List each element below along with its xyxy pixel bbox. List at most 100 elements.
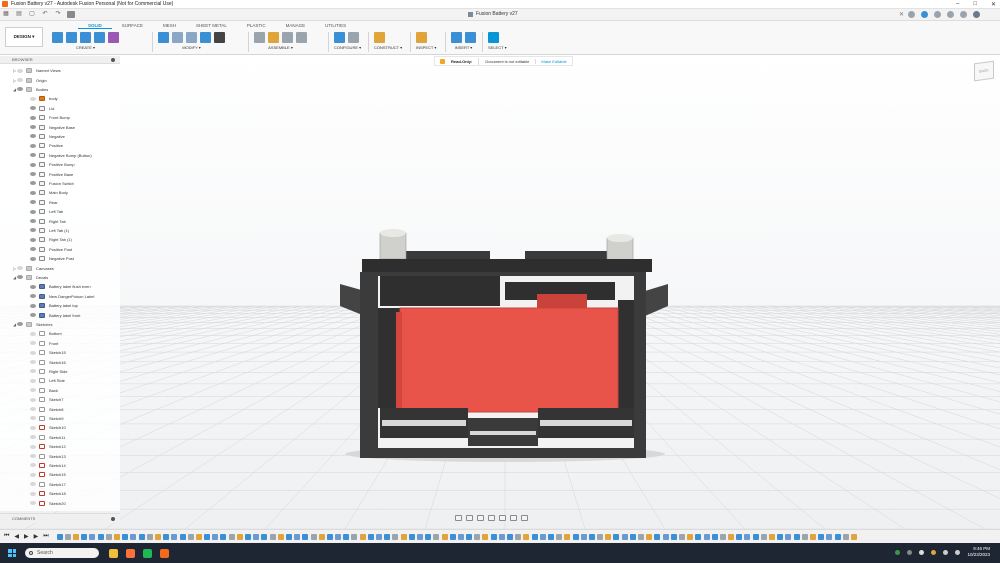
- timeline-feature-icon[interactable]: [801, 533, 808, 540]
- extrude-icon[interactable]: [66, 31, 77, 43]
- timeline-feature-icon[interactable]: [662, 533, 669, 540]
- timeline-feature-icon[interactable]: [507, 533, 513, 540]
- close-window-button[interactable]: ✕: [991, 1, 996, 8]
- shell-icon[interactable]: [200, 31, 211, 43]
- visibility-eye-icon[interactable]: [30, 134, 36, 139]
- visibility-eye-icon[interactable]: [30, 378, 36, 383]
- browser-item[interactable]: Sketch13: [30, 451, 66, 460]
- timeline-feature-icon[interactable]: [269, 533, 276, 540]
- battery-model[interactable]: [340, 229, 668, 462]
- timeline-feature-icon[interactable]: [302, 533, 309, 540]
- timeline-feature-icon[interactable]: [769, 533, 775, 540]
- timeline-feature-icon[interactable]: [613, 533, 620, 540]
- comments-pin-icon[interactable]: [111, 517, 115, 521]
- timeline-feature-icon[interactable]: [171, 533, 178, 540]
- browser-item[interactable]: Negative Base: [30, 122, 75, 131]
- 3d-viewport[interactable]: [0, 56, 1000, 529]
- visibility-eye-icon[interactable]: [30, 228, 36, 233]
- timeline-feature-icon[interactable]: [179, 533, 186, 540]
- visibility-eye-icon[interactable]: [30, 143, 36, 148]
- visibility-eye-icon[interactable]: [30, 172, 36, 177]
- browser-item[interactable]: Battery label top: [30, 301, 78, 310]
- visibility-eye-icon[interactable]: [30, 96, 36, 101]
- timeline-feature-icon[interactable]: [277, 533, 284, 540]
- visibility-eye-icon[interactable]: [30, 200, 36, 205]
- visibility-eye-icon[interactable]: [17, 78, 23, 83]
- browser-item[interactable]: Front Bump: [30, 113, 70, 122]
- timeline-feature-icon[interactable]: [687, 533, 694, 540]
- orbit-icon[interactable]: [455, 514, 462, 521]
- timeline-feature-icon[interactable]: [359, 533, 366, 540]
- timeline-feature-icon[interactable]: [261, 533, 268, 540]
- tab-manage[interactable]: MANAGE: [276, 23, 316, 29]
- timeline-feature-icon[interactable]: [842, 533, 849, 540]
- viewports-icon[interactable]: [521, 514, 528, 521]
- offset-plane-icon[interactable]: [374, 31, 385, 43]
- browser-item[interactable]: Sketch8: [30, 404, 63, 413]
- timeline-feature-icon[interactable]: [195, 533, 202, 540]
- visibility-eye-icon[interactable]: [30, 444, 36, 449]
- visibility-eye-icon[interactable]: [30, 284, 36, 289]
- browser-item[interactable]: Positive: [30, 141, 63, 150]
- insert-image-icon[interactable]: [465, 31, 476, 43]
- browser-item[interactable]: Right Side: [30, 367, 67, 376]
- browser-item[interactable]: Back: [30, 386, 58, 395]
- timeline-feature-icon[interactable]: [187, 533, 194, 540]
- new-tab-icon[interactable]: [908, 11, 915, 18]
- redo-icon[interactable]: ↷: [54, 11, 62, 18]
- timeline-feature-icon[interactable]: [400, 533, 407, 540]
- visibility-eye-icon[interactable]: [30, 360, 36, 365]
- timeline-feature-icon[interactable]: [605, 533, 612, 540]
- document-tab[interactable]: Fusion Battery v27: [468, 11, 518, 17]
- new-component-icon[interactable]: [52, 31, 63, 43]
- new-component-icon[interactable]: [254, 31, 265, 43]
- timeline-feature-icon[interactable]: [556, 533, 563, 540]
- timeline-feature-icon[interactable]: [163, 533, 170, 540]
- timeline-feature-icon[interactable]: [646, 533, 653, 540]
- file-menu-icon[interactable]: ▤: [15, 11, 23, 18]
- revolve-icon[interactable]: [80, 31, 91, 43]
- visibility-eye-icon[interactable]: [30, 482, 36, 487]
- tab-surface[interactable]: SURFACE: [112, 23, 153, 29]
- browser-item[interactable]: Rear: [30, 198, 58, 207]
- browser-item[interactable]: Battery label front: [30, 310, 80, 319]
- browser-item[interactable]: ▷ Origin: [12, 75, 47, 84]
- grid-icon[interactable]: [510, 514, 517, 521]
- timeline-feature-icon[interactable]: [89, 533, 96, 540]
- timeline-feature-icon[interactable]: [294, 533, 301, 540]
- tab-mesh[interactable]: MESH: [153, 23, 186, 29]
- visibility-eye-icon[interactable]: [30, 397, 36, 402]
- timeline-feature-icon[interactable]: [212, 533, 219, 540]
- tool-group-label[interactable]: CONSTRUCT ▾: [374, 45, 402, 50]
- volume-icon[interactable]: [955, 549, 961, 555]
- configure-icon[interactable]: [334, 31, 345, 43]
- timeline-feature-icon[interactable]: [351, 533, 358, 540]
- visibility-eye-icon[interactable]: [17, 68, 23, 73]
- undo-icon[interactable]: ↶: [41, 11, 49, 18]
- timeline-feature-icon[interactable]: [122, 533, 129, 540]
- timeline-feature-icon[interactable]: [785, 533, 792, 540]
- timeline-feature-icon[interactable]: [81, 533, 88, 540]
- browser-item[interactable]: Sketch18: [30, 489, 66, 498]
- comments-panel[interactable]: COMMENTS: [0, 513, 120, 523]
- close-tab-icon[interactable]: ✕: [899, 11, 904, 18]
- browser-item[interactable]: ◢ Sketches: [12, 320, 52, 329]
- visibility-eye-icon[interactable]: [30, 237, 36, 242]
- timeline-feature-icon[interactable]: [318, 533, 325, 540]
- browser-item[interactable]: Sketch15: [30, 348, 66, 357]
- timeline-feature-icon[interactable]: [703, 533, 710, 540]
- timeline-feature-icon[interactable]: [670, 533, 677, 540]
- zoom-icon[interactable]: [477, 514, 484, 521]
- view-cube[interactable]: BACK: [974, 60, 994, 82]
- browser-item[interactable]: ▷ Canvases: [12, 263, 54, 272]
- chamfer-icon[interactable]: [186, 31, 197, 43]
- tab-plastic[interactable]: PLASTIC: [237, 23, 276, 29]
- measure-icon[interactable]: [416, 31, 427, 43]
- maximize-button[interactable]: □: [973, 1, 977, 8]
- visibility-eye-icon[interactable]: [30, 115, 36, 120]
- job-status-icon[interactable]: [934, 11, 941, 18]
- last-step-icon[interactable]: ⏭: [43, 533, 48, 540]
- browser-item[interactable]: Positive Post: [30, 245, 72, 254]
- notifications-icon[interactable]: [947, 11, 954, 18]
- browser-item[interactable]: body: [30, 94, 58, 103]
